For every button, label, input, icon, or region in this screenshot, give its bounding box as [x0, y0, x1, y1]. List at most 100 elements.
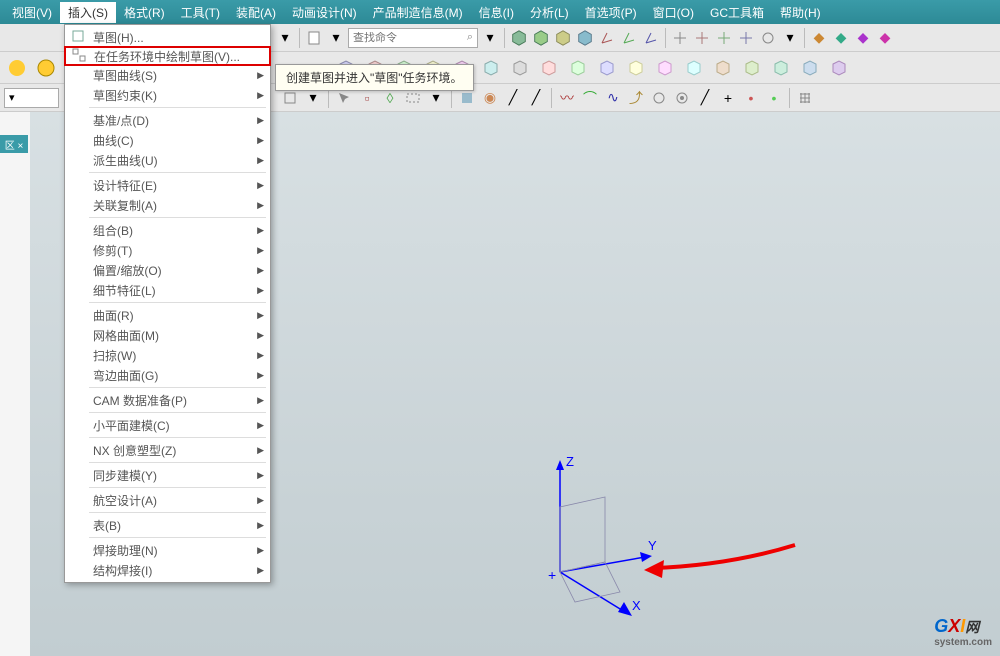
menu-label: 航空设计(A): [93, 492, 157, 509]
coord-icon[interactable]: [597, 28, 617, 48]
curve-icon[interactable]: ⌒: [580, 88, 600, 108]
cube-wire-icon[interactable]: [826, 55, 852, 81]
menu-label: 在任务环境中绘制草图(V)...: [94, 48, 240, 65]
tool-icon[interactable]: ◆: [875, 28, 895, 48]
menu-format[interactable]: 格式(R): [116, 2, 173, 23]
coord-icon[interactable]: [619, 28, 639, 48]
tooltip: 创建草图并进入"草图"任务环境。: [275, 64, 474, 91]
coord-icon[interactable]: [641, 28, 661, 48]
menu-help[interactable]: 帮助(H): [772, 2, 829, 23]
sphere-icon[interactable]: [33, 55, 59, 81]
axis-icon[interactable]: [714, 28, 734, 48]
menu-item-sketch-constraint[interactable]: 草图约束(K)▶: [65, 85, 270, 105]
circle-icon[interactable]: [649, 88, 669, 108]
menu-item-sweep[interactable]: 扫掠(W)▶: [65, 345, 270, 365]
point-icon[interactable]: •: [741, 88, 761, 108]
menu-item-weld-assistant[interactable]: 焊接助理(N)▶: [65, 540, 270, 560]
target-icon[interactable]: [672, 88, 692, 108]
search-input[interactable]: [353, 32, 467, 44]
submenu-arrow-icon: ▶: [257, 350, 264, 361]
plus-icon[interactable]: +: [718, 88, 738, 108]
cube-icon[interactable]: [553, 28, 573, 48]
menu-analysis[interactable]: 分析(L): [522, 2, 577, 23]
menu-item-sketch[interactable]: 草图(H)...: [65, 27, 270, 47]
menu-item-derived-curve[interactable]: 派生曲线(U)▶: [65, 150, 270, 170]
menu-item-surface[interactable]: 曲面(R)▶: [65, 305, 270, 325]
menu-item-facet-modeling[interactable]: 小平面建模(C)▶: [65, 415, 270, 435]
cube-wire-icon[interactable]: [652, 55, 678, 81]
menu-item-sketch-curve[interactable]: 草图曲线(S)▶: [65, 65, 270, 85]
cube-wire-icon[interactable]: [768, 55, 794, 81]
command-search[interactable]: ⌕: [348, 28, 478, 48]
tool-icon[interactable]: ◆: [831, 28, 851, 48]
menu-item-table[interactable]: 表(B)▶: [65, 515, 270, 535]
cube-icon[interactable]: [509, 28, 529, 48]
curve-icon[interactable]: ∿: [603, 88, 623, 108]
menu-assembly[interactable]: 装配(A): [228, 2, 284, 23]
separator: [789, 88, 790, 108]
tool-icon[interactable]: ◆: [853, 28, 873, 48]
menu-item-structure-weld[interactable]: 结构焊接(I)▶: [65, 560, 270, 580]
dropdown-icon[interactable]: ▾: [480, 28, 500, 48]
menu-preferences[interactable]: 首选项(P): [577, 2, 645, 23]
menu-item-trim[interactable]: 修剪(T)▶: [65, 240, 270, 260]
cube-wire-icon[interactable]: [507, 55, 533, 81]
search-icon[interactable]: ⌕: [467, 31, 473, 44]
menu-item-sketch-in-task[interactable]: 在任务环境中绘制草图(V)...: [64, 46, 271, 66]
menu-item-sync-modeling[interactable]: 同步建模(Y)▶: [65, 465, 270, 485]
tool-icon[interactable]: [758, 28, 778, 48]
menu-item-curve[interactable]: 曲线(C)▶: [65, 130, 270, 150]
line-icon[interactable]: ╱: [526, 88, 546, 108]
cube-wire-icon[interactable]: [565, 55, 591, 81]
shade-icon[interactable]: ◉: [480, 88, 500, 108]
cube-wire-icon[interactable]: [623, 55, 649, 81]
dropdown-icon[interactable]: ▾: [326, 28, 346, 48]
menu-item-datum[interactable]: 基准/点(D)▶: [65, 110, 270, 130]
axis-icon[interactable]: [736, 28, 756, 48]
point-icon[interactable]: •: [764, 88, 784, 108]
menu-insert[interactable]: 插入(S): [60, 2, 116, 23]
cube-icon[interactable]: [575, 28, 595, 48]
cube-wire-icon[interactable]: [594, 55, 620, 81]
line-icon[interactable]: ╱: [695, 88, 715, 108]
menu-separator: [89, 437, 266, 438]
submenu-arrow-icon: ▶: [257, 90, 264, 101]
cube-wire-icon[interactable]: [536, 55, 562, 81]
cube-wire-icon[interactable]: [710, 55, 736, 81]
menu-tools[interactable]: 工具(T): [173, 2, 228, 23]
sphere-icon[interactable]: [4, 55, 30, 81]
menu-item-aero-design[interactable]: 航空设计(A)▶: [65, 490, 270, 510]
file-icon[interactable]: [304, 28, 324, 48]
cube-wire-icon[interactable]: [739, 55, 765, 81]
selection-filter[interactable]: ▾: [4, 88, 59, 108]
menu-item-combine[interactable]: 组合(B)▶: [65, 220, 270, 240]
cube-wire-icon[interactable]: [797, 55, 823, 81]
menu-info[interactable]: 信息(I): [471, 2, 522, 23]
axis-icon[interactable]: [670, 28, 690, 48]
menu-window[interactable]: 窗口(O): [645, 2, 702, 23]
menu-item-offset-scale[interactable]: 偏置/缩放(O)▶: [65, 260, 270, 280]
cube-wire-icon[interactable]: [681, 55, 707, 81]
menu-item-mesh-surface[interactable]: 网格曲面(M)▶: [65, 325, 270, 345]
menu-item-cam-data[interactable]: CAM 数据准备(P)▶: [65, 390, 270, 410]
menu-gc-toolbox[interactable]: GC工具箱: [702, 2, 772, 23]
menu-pmi[interactable]: 产品制造信息(M): [365, 2, 471, 23]
dropdown-icon[interactable]: ▾: [780, 28, 800, 48]
menu-item-assoc-copy[interactable]: 关联复制(A)▶: [65, 195, 270, 215]
menu-item-flange-surface[interactable]: 弯边曲面(G)▶: [65, 365, 270, 385]
menu-item-nx-realize[interactable]: NX 创意塑型(Z)▶: [65, 440, 270, 460]
menu-item-detail-feature[interactable]: 细节特征(L)▶: [65, 280, 270, 300]
dropdown-icon[interactable]: ▾: [275, 28, 295, 48]
curve-icon[interactable]: 〰: [557, 88, 577, 108]
menu-item-design-feature[interactable]: 设计特征(E)▶: [65, 175, 270, 195]
axis-icon[interactable]: [692, 28, 712, 48]
menu-view[interactable]: 视图(V): [4, 2, 60, 23]
tool-icon[interactable]: ◆: [809, 28, 829, 48]
grid-icon[interactable]: [795, 88, 815, 108]
cube-icon[interactable]: [531, 28, 551, 48]
curve-icon[interactable]: ⤴: [626, 88, 646, 108]
menu-animation[interactable]: 动画设计(N): [284, 2, 365, 23]
cube-wire-icon[interactable]: [478, 55, 504, 81]
line-icon[interactable]: ╱: [503, 88, 523, 108]
sidebar-tab[interactable]: 区 ×: [0, 135, 28, 153]
